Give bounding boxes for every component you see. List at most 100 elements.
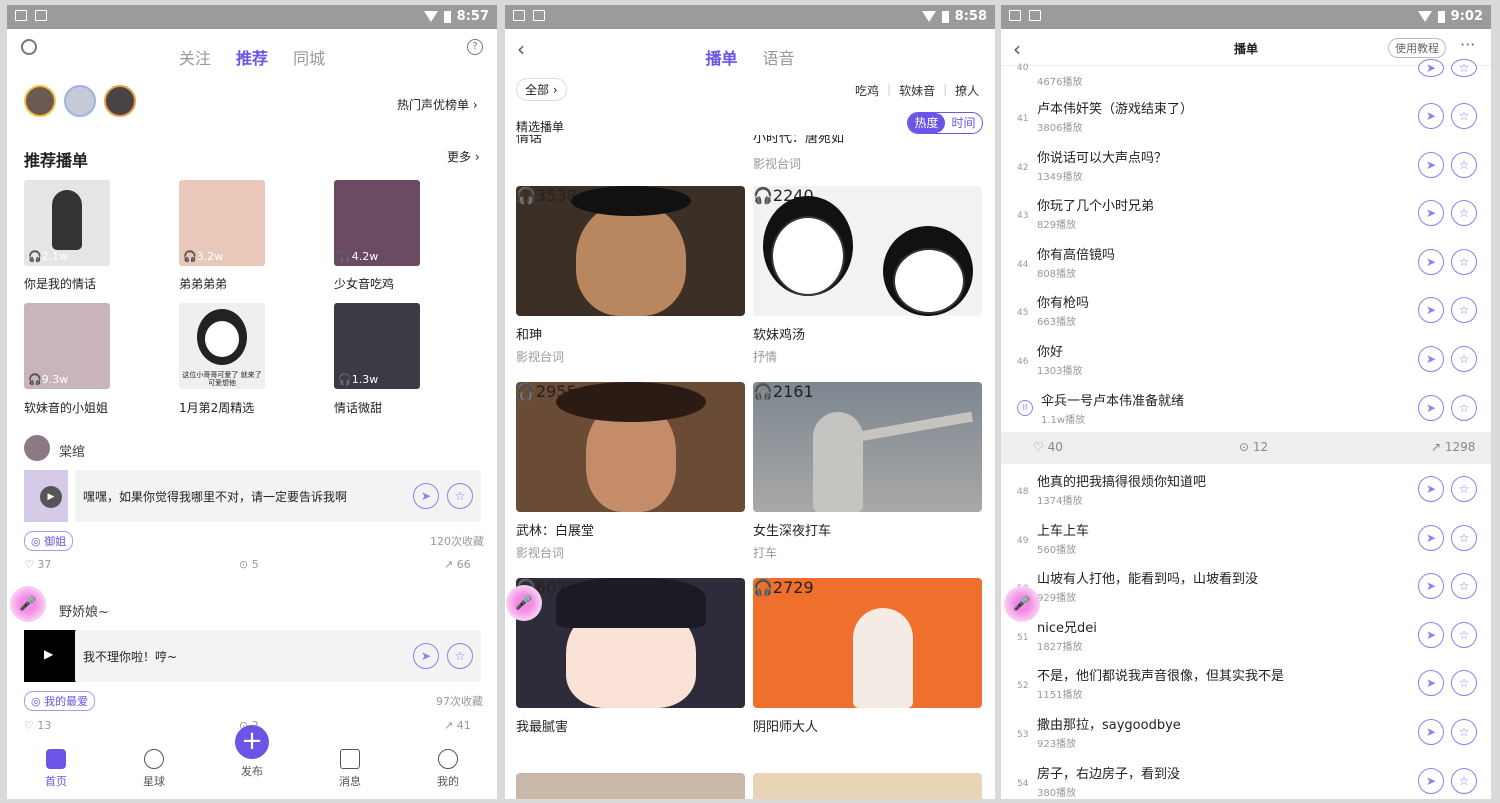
playlist-card[interactable]: 🎧6077 我最腻害 (516, 578, 745, 735)
playlist-thumb[interactable]: 🎧4.2w (334, 180, 420, 266)
audio-row[interactable]: 52 不是，他们都说我声音很像，但其实我不是 1151播放 ➤ ☆ (1001, 661, 1491, 709)
send-icon[interactable]: ➤ (1418, 395, 1444, 421)
star-icon[interactable]: ☆ (1451, 151, 1477, 178)
play-icon[interactable]: ▶ (44, 647, 53, 661)
share-button[interactable]: ↗ 1298 (1431, 440, 1475, 454)
audio-row[interactable]: 50 山坡有人打他，能看到吗，山坡看到没 929播放 ➤ ☆ (1001, 564, 1491, 612)
send-icon[interactable]: ➤ (1418, 621, 1444, 648)
audio-row[interactable]: 53 撒由那拉，saygoodbye 923播放 ➤ ☆ (1001, 710, 1491, 758)
pause-icon[interactable]: II (1017, 400, 1033, 416)
avatar[interactable] (64, 85, 96, 117)
playlist-thumb[interactable]: 🎧2.1w (24, 180, 110, 266)
chip[interactable]: 吃鸡 (855, 82, 879, 99)
star-icon[interactable]: ☆ (1451, 297, 1477, 324)
send-icon[interactable]: ➤ (1418, 103, 1444, 129)
filter-all-button[interactable]: 全部 › (516, 78, 567, 101)
post-username[interactable]: 野娇娘~ (59, 601, 109, 620)
microphone-icon[interactable]: 🎤 (1004, 586, 1040, 622)
star-icon[interactable]: ☆ (1451, 200, 1477, 227)
avatar[interactable] (24, 435, 50, 461)
hot-ranking-link[interactable]: 热门声优榜单 › (397, 96, 478, 113)
audio-row[interactable]: 51 nice兄dei 1827播放 ➤ ☆ (1001, 613, 1491, 661)
audio-row[interactable]: 49 上车上车 560播放 ➤ ☆ (1001, 516, 1491, 564)
star-icon[interactable]: ☆ (1451, 670, 1477, 697)
send-icon[interactable]: ➤ (413, 483, 439, 509)
post-tag[interactable]: ◎ 御姐 (24, 531, 74, 551)
microphone-icon[interactable]: 🎤 (10, 586, 46, 622)
send-icon[interactable]: ➤ (1418, 151, 1444, 178)
sort-toggle[interactable]: 热度 时间 (907, 112, 983, 134)
star-icon[interactable]: ☆ (1451, 524, 1477, 551)
send-icon[interactable]: ➤ (1418, 476, 1444, 502)
tab-follow[interactable]: 关注 (179, 49, 211, 68)
star-icon[interactable]: ☆ (1451, 476, 1477, 502)
avatar[interactable] (24, 85, 56, 117)
share-button[interactable]: ↗ 41 (444, 719, 471, 732)
star-icon[interactable]: ☆ (1451, 573, 1477, 600)
like-button[interactable]: ♡ 40 (1033, 440, 1063, 454)
chip[interactable]: 软妹音 (899, 82, 935, 99)
comment-button[interactable]: ⊙ 5 (239, 558, 259, 571)
comment-button[interactable]: ⊙ 12 (1239, 440, 1268, 454)
send-icon[interactable]: ➤ (1418, 200, 1444, 227)
playlist-card[interactable]: 🎧2955 武林：白展堂 影视台词 (516, 382, 745, 561)
audio-row[interactable]: 42 你说话可以大声点吗？ 1349播放 ➤ ☆ (1001, 143, 1491, 191)
help-icon[interactable]: ? (467, 39, 483, 55)
playlist-card[interactable]: 🎧2240 软妹鸡汤 抒情 (753, 186, 982, 365)
send-icon[interactable]: ➤ (1418, 346, 1444, 372)
send-icon[interactable]: ➤ (1418, 670, 1444, 697)
audio-row[interactable]: 41 卢本伟奸笑（游戏结束了） 3806播放 ➤ ☆ (1001, 94, 1491, 142)
send-icon[interactable]: ➤ (1418, 767, 1444, 794)
star-icon[interactable]: ☆ (447, 483, 473, 509)
voice-actor-avatars[interactable] (24, 85, 144, 121)
tab-playlist[interactable]: 播单 (705, 49, 737, 68)
tutorial-button[interactable]: 使用教程 (1388, 38, 1446, 58)
send-icon[interactable]: ➤ (413, 643, 439, 669)
send-icon[interactable]: ➤ (1418, 573, 1444, 600)
microphone-icon[interactable]: 🎤 (506, 585, 542, 621)
send-icon[interactable]: ➤ (1418, 719, 1444, 745)
playlist-card[interactable]: 🎧3538 和珅 影视台词 (516, 186, 745, 365)
audio-row[interactable]: 43 你玩了几个小时兄弟 829播放 ➤ ☆ (1001, 191, 1491, 239)
avatar[interactable] (104, 85, 136, 117)
audio-row[interactable]: 48 他真的把我搞得很烦你知道吧 1374播放 ➤ ☆ (1001, 467, 1491, 515)
star-icon[interactable]: ☆ (1451, 103, 1477, 129)
send-icon[interactable]: ➤ (1418, 59, 1444, 77)
post-cover[interactable]: ▶ (24, 630, 76, 682)
more-link[interactable]: 更多 › (447, 148, 480, 165)
nav-planet[interactable]: 星球 (124, 749, 184, 789)
play-icon[interactable]: ▶ (40, 486, 62, 508)
nav-publish[interactable]: + 发布 (222, 725, 282, 779)
more-icon[interactable]: ··· (1460, 35, 1475, 54)
share-button[interactable]: ↗ 66 (444, 558, 471, 571)
star-icon[interactable]: ☆ (1451, 59, 1477, 77)
tab-recommend[interactable]: 推荐 (236, 49, 268, 68)
post-audio-box[interactable]: 我不理你啦！哼~ ➤ ☆ (75, 630, 481, 682)
chip[interactable]: 撩人 (955, 82, 979, 99)
audio-row[interactable]: 44 你有高倍镜吗 808播放 ➤ ☆ (1001, 240, 1491, 288)
send-icon[interactable]: ➤ (1418, 297, 1444, 324)
playlist-thumb[interactable]: 🎧9.3w (24, 303, 110, 389)
playlist-card[interactable]: 🎧2729 阴阳师大人 (753, 578, 982, 735)
star-icon[interactable]: ☆ (447, 643, 473, 669)
star-icon[interactable]: ☆ (1451, 767, 1477, 794)
post-username[interactable]: 棠绾 (59, 441, 85, 460)
audio-row[interactable]: 45 你有枪吗 663播放 ➤ ☆ (1001, 288, 1491, 336)
send-icon[interactable]: ➤ (1418, 248, 1444, 275)
send-icon[interactable]: ➤ (1418, 524, 1444, 551)
playlist-thumb[interactable]: 🎧1.3w (334, 303, 420, 389)
sort-hot[interactable]: 热度 (908, 113, 945, 133)
post-audio-box[interactable]: 嘿嘿，如果你觉得我哪里不对，请一定要告诉我啊 ➤ ☆ (75, 470, 481, 522)
nav-home[interactable]: 首页 (26, 749, 86, 789)
star-icon[interactable]: ☆ (1451, 621, 1477, 648)
audio-row[interactable]: 46 你好 1303播放 ➤ ☆ (1001, 337, 1491, 385)
playlist-card[interactable]: 🎧2161 女生深夜打车 打车 (753, 382, 982, 561)
star-icon[interactable]: ☆ (1451, 395, 1477, 421)
tab-local[interactable]: 同城 (293, 49, 325, 68)
post-tag[interactable]: ◎ 我的最爱 (24, 691, 96, 711)
playlist-thumb[interactable]: 🎧3.2w (179, 180, 265, 266)
audio-row[interactable]: 54 房子，右边房子，看到没 380播放 ➤ ☆ (1001, 759, 1491, 799)
nav-messages[interactable]: 消息 (320, 749, 380, 789)
back-icon[interactable]: ‹ (1013, 37, 1021, 61)
star-icon[interactable]: ☆ (1451, 719, 1477, 745)
